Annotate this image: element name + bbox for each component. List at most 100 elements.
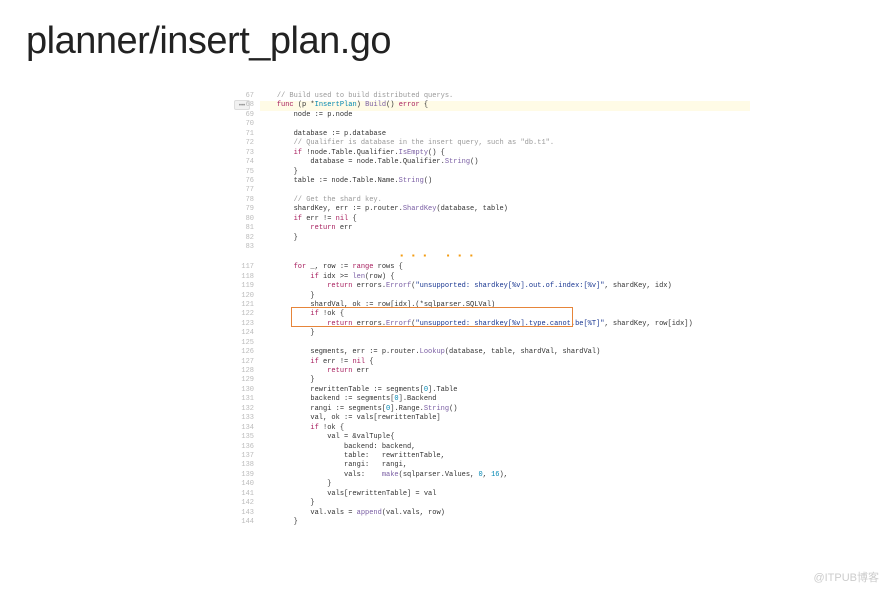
- line-number: 137: [240, 452, 260, 461]
- code-content: val, ok := vals[rewrittenTable]: [260, 414, 441, 423]
- code-line: 140 }: [240, 480, 750, 489]
- code-content: database := p.database: [260, 130, 386, 139]
- code-content: table: rewrittenTable,: [260, 452, 445, 461]
- code-line: 77: [240, 186, 750, 195]
- line-number: 69: [240, 111, 260, 120]
- code-line: 139 vals: make(sqlparser.Values, 0, 16),: [240, 471, 750, 480]
- code-content: }: [260, 518, 298, 527]
- line-number: 132: [240, 405, 260, 414]
- code-content: rangi := segments[0].Range.String(): [260, 405, 457, 414]
- line-number: 117: [240, 263, 260, 272]
- code-line: 73 if !node.Table.Qualifier.IsEmpty() {: [240, 149, 750, 158]
- code-line: 128 return err: [240, 367, 750, 376]
- code-content: backend: backend,: [260, 443, 415, 452]
- code-line: 131 backend := segments[0].Backend: [240, 395, 750, 404]
- code-content: return errors.Errorf("unsupported: shard…: [260, 282, 672, 291]
- line-number: 143: [240, 509, 260, 518]
- watermark: @ITPUB博客: [813, 569, 879, 585]
- code-content: ▪ ▪ ▪ ▪ ▪ ▪: [260, 252, 475, 263]
- code-content: // Qualifier is database in the insert q…: [260, 139, 554, 148]
- line-number: 140: [240, 480, 260, 489]
- line-number: 125: [240, 339, 260, 348]
- code-content: if idx >= len(row) {: [260, 273, 394, 282]
- code-content: if !node.Table.Qualifier.IsEmpty() {: [260, 149, 445, 158]
- code-content: for _, row := range rows {: [260, 263, 403, 272]
- code-content: }: [260, 168, 298, 177]
- line-number: 128: [240, 367, 260, 376]
- highlight-box: [291, 307, 573, 327]
- code-line: 71 database := p.database: [240, 130, 750, 139]
- code-line: 68 func (p *InsertPlan) Build() error {: [240, 101, 750, 110]
- code-line: 78 // Get the shard key.: [240, 196, 750, 205]
- code-line: 135 val = &valTuple{: [240, 433, 750, 442]
- code-content: // Get the shard key.: [260, 196, 382, 205]
- line-number: 72: [240, 139, 260, 148]
- code-line: 69 node := p.node: [240, 111, 750, 120]
- line-number: 123: [240, 320, 260, 329]
- code-content: rangi: rangi,: [260, 461, 407, 470]
- line-number: 127: [240, 358, 260, 367]
- code-line: 126 segments, err := p.router.Lookup(dat…: [240, 348, 750, 357]
- line-number: 83: [240, 243, 260, 252]
- code-line: 141 vals[rewrittenTable] = val: [240, 490, 750, 499]
- code-line: 130 rewrittenTable := segments[0].Table: [240, 386, 750, 395]
- code-line: 117 for _, row := range rows {: [240, 263, 750, 272]
- code-content: node := p.node: [260, 111, 352, 120]
- code-line: 124 }: [240, 329, 750, 338]
- line-number: 129: [240, 376, 260, 385]
- code-line: 133 val, ok := vals[rewrittenTable]: [240, 414, 750, 423]
- code-line: 120 }: [240, 292, 750, 301]
- line-number: 135: [240, 433, 260, 442]
- line-number: 124: [240, 329, 260, 338]
- code-line: 119 return errors.Errorf("unsupported: s…: [240, 282, 750, 291]
- code-content: }: [260, 329, 315, 338]
- code-line: 80 if err != nil {: [240, 215, 750, 224]
- line-number: 78: [240, 196, 260, 205]
- line-number: 79: [240, 205, 260, 214]
- code-line: 134 if !ok {: [240, 424, 750, 433]
- line-number: 71: [240, 130, 260, 139]
- code-line: 118 if idx >= len(row) {: [240, 273, 750, 282]
- line-number: 139: [240, 471, 260, 480]
- code-line: 74 database = node.Table.Qualifier.Strin…: [240, 158, 750, 167]
- code-content: val = &valTuple{: [260, 433, 394, 442]
- code-line: 79 shardKey, err := p.router.ShardKey(da…: [240, 205, 750, 214]
- code-content: backend := segments[0].Backend: [260, 395, 436, 404]
- code-line: 143 val.vals = append(val.vals, row): [240, 509, 750, 518]
- code-line: ▪ ▪ ▪ ▪ ▪ ▪: [240, 252, 750, 263]
- code-line: 72 // Qualifier is database in the inser…: [240, 139, 750, 148]
- line-number: 80: [240, 215, 260, 224]
- line-number: 70: [240, 120, 260, 129]
- code-line: 75 }: [240, 168, 750, 177]
- line-number: 118: [240, 273, 260, 282]
- code-line: 144 }: [240, 518, 750, 527]
- code-content: rewrittenTable := segments[0].Table: [260, 386, 457, 395]
- code-content: return err: [260, 367, 369, 376]
- code-line: 132 rangi := segments[0].Range.String(): [240, 405, 750, 414]
- code-content: vals: make(sqlparser.Values, 0, 16),: [260, 471, 508, 480]
- code-content: val.vals = append(val.vals, row): [260, 509, 445, 518]
- line-number: 133: [240, 414, 260, 423]
- code-line: 137 table: rewrittenTable,: [240, 452, 750, 461]
- code-content: func (p *InsertPlan) Build() error {: [260, 101, 750, 110]
- line-number: 142: [240, 499, 260, 508]
- code-content: shardKey, err := p.router.ShardKey(datab…: [260, 205, 508, 214]
- line-number: 74: [240, 158, 260, 167]
- code-line: 142 }: [240, 499, 750, 508]
- code-content: if err != nil {: [260, 215, 357, 224]
- line-number: 77: [240, 186, 260, 195]
- line-number: 120: [240, 292, 260, 301]
- code-line: 76 table := node.Table.Name.String(): [240, 177, 750, 186]
- code-line: 125: [240, 339, 750, 348]
- code-content: // Build used to build distributed query…: [260, 92, 453, 101]
- code-content: vals[rewrittenTable] = val: [260, 490, 436, 499]
- line-number: 141: [240, 490, 260, 499]
- line-number: 75: [240, 168, 260, 177]
- code-content: }: [260, 376, 315, 385]
- code-content: if err != nil {: [260, 358, 373, 367]
- line-number: 136: [240, 443, 260, 452]
- line-number: 82: [240, 234, 260, 243]
- line-number: 144: [240, 518, 260, 527]
- code-line: 82 }: [240, 234, 750, 243]
- code-content: }: [260, 480, 331, 489]
